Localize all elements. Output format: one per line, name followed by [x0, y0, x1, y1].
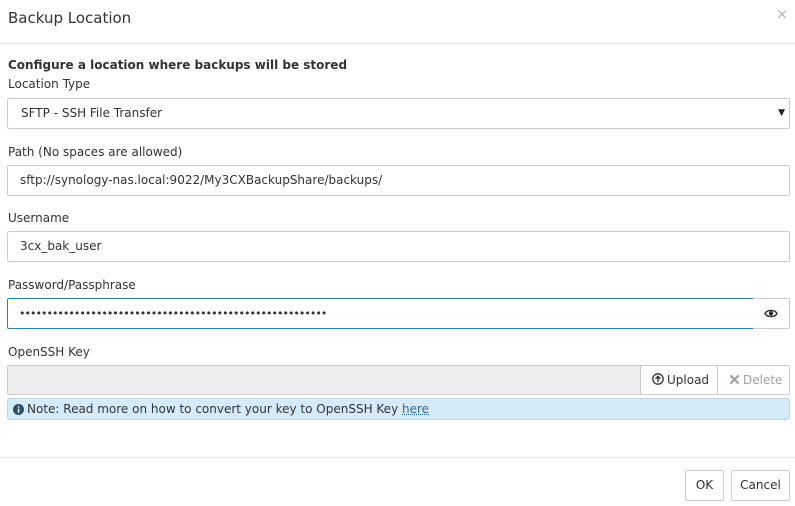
username-label: Username — [8, 211, 70, 225]
dialog-footer — [0, 457, 795, 506]
form-heading: Configure a location where backups will … — [8, 58, 348, 72]
openssh-key-field — [7, 365, 641, 395]
x-icon — [729, 374, 740, 385]
eye-icon — [764, 309, 778, 318]
backup-location-dialog: Backup Location × Configure a location w… — [0, 0, 795, 506]
location-type-select[interactable]: SFTP - SSH File Transfer ▼ — [7, 98, 790, 129]
note-here-link[interactable]: here — [402, 402, 429, 416]
delete-key-button[interactable]: Delete — [717, 365, 790, 395]
info-circle-icon — [13, 404, 24, 415]
cancel-button[interactable]: Cancel — [731, 470, 790, 501]
location-type-value: SFTP - SSH File Transfer — [21, 106, 163, 120]
password-input[interactable]: ••••••••••••••••••••••••••••••••••••••••… — [7, 298, 754, 329]
dialog-title: Backup Location — [8, 9, 132, 27]
path-input[interactable]: sftp://synology-nas.local:9022/My3CXBack… — [7, 165, 790, 196]
username-value: 3cx_bak_user — [20, 239, 102, 253]
close-icon[interactable]: × — [775, 5, 789, 23]
openssh-note: Note: Read more on how to convert your k… — [7, 398, 790, 420]
caret-down-icon: ▼ — [778, 108, 785, 118]
password-value: ••••••••••••••••••••••••••••••••••••••••… — [19, 307, 327, 320]
location-type-label: Location Type — [8, 77, 91, 91]
delete-label: Delete — [743, 373, 783, 387]
upload-circle-icon — [652, 373, 664, 385]
reveal-password-button[interactable] — [753, 298, 790, 329]
password-label: Password/Passphrase — [8, 278, 136, 292]
upload-key-button[interactable]: Upload — [640, 365, 718, 395]
ok-button[interactable]: OK — [685, 470, 724, 501]
dialog-header: Backup Location × — [0, 0, 795, 44]
path-label: Path (No spaces are allowed) — [8, 145, 183, 159]
username-input[interactable]: 3cx_bak_user — [7, 231, 790, 262]
upload-label: Upload — [667, 373, 710, 387]
openssh-key-label: OpenSSH Key — [8, 345, 90, 359]
path-value: sftp://synology-nas.local:9022/My3CXBack… — [20, 173, 383, 187]
note-text: Note: Read more on how to convert your k… — [27, 402, 399, 416]
